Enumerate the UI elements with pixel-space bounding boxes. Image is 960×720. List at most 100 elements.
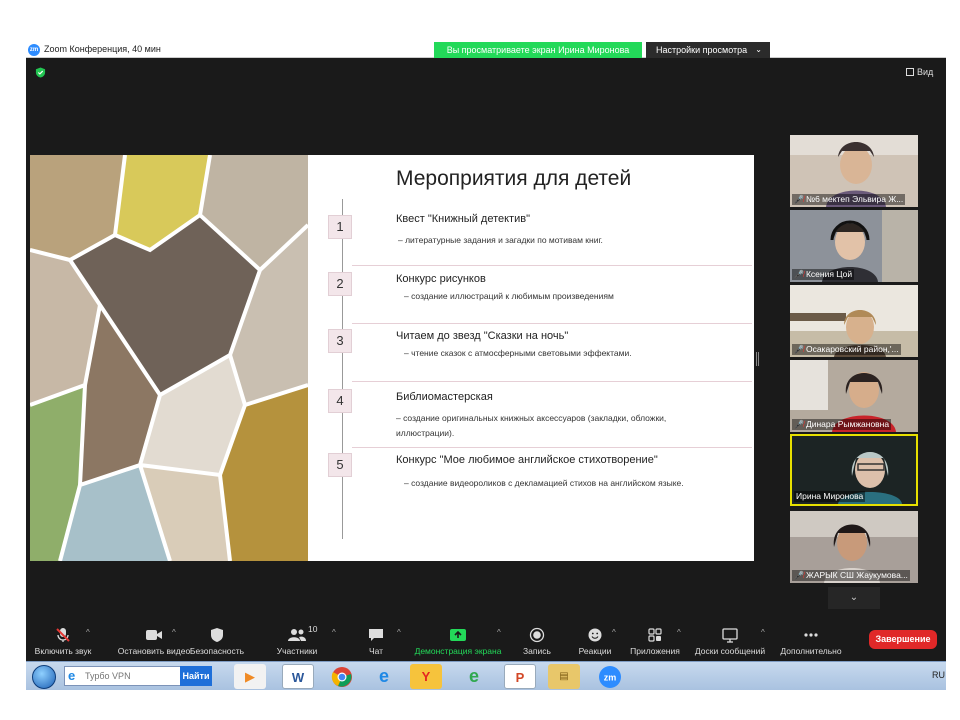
stop-video-label: Остановить видео [117, 646, 191, 656]
participants-count-badge: 10 [308, 624, 318, 634]
step-title-1: Квест "Книжный детектив" [396, 213, 530, 225]
step-desc-1: – литературные задания и загадки по моти… [398, 235, 603, 245]
step-title-3: Читаем до звезд "Сказки на ночь" [396, 330, 569, 342]
chat-button[interactable]: Чат [356, 617, 396, 665]
end-meeting-button[interactable]: Завершение [869, 630, 937, 649]
step-desc-2: – создание иллюстраций к любимым произве… [404, 291, 614, 301]
more-label: Дополнительно [780, 646, 842, 656]
view-button[interactable]: Вид [906, 65, 933, 79]
chrome-app-icon[interactable] [326, 664, 358, 689]
smiley-icon [588, 628, 602, 642]
security-button[interactable]: Безопасность [186, 617, 248, 665]
unmute-button[interactable]: Включить звук [30, 617, 96, 665]
stop-video-button[interactable]: Остановить видео [114, 617, 194, 665]
search-go-button[interactable]: Найти [180, 666, 212, 686]
edge-app-icon[interactable]: e [458, 664, 490, 689]
step-title-2: Конкурс рисунков [396, 273, 486, 285]
unmute-label: Включить звук [34, 646, 92, 656]
step-number-4: 4 [328, 389, 352, 413]
participant-tile[interactable]: 🎤̸ Осакаровский район,'... [790, 285, 918, 357]
apps-options-caret-icon[interactable]: ^ [677, 628, 681, 637]
zoom-logo-icon: zm [28, 44, 40, 56]
step-divider [352, 447, 752, 448]
share-screen-button[interactable]: Демонстрация экрана [410, 617, 506, 665]
participant-tile-active-speaker[interactable]: Ирина Миронова [790, 434, 918, 506]
whiteboards-button[interactable]: Доски сообщений [690, 617, 770, 665]
grid-view-icon [906, 68, 914, 76]
title-bar: zm Zoom Конференция, 40 мин Вы просматри… [26, 42, 946, 58]
search-input[interactable] [85, 669, 179, 683]
explorer-app-icon[interactable]: ▤ [548, 664, 580, 689]
whiteboards-options-caret-icon[interactable]: ^ [761, 628, 765, 637]
view-options-label: Настройки просмотра [656, 45, 748, 55]
more-button[interactable]: Дополнительно [774, 617, 848, 665]
step-title-5: Конкурс "Мое любимое английское стихотво… [396, 454, 658, 466]
video-camera-icon [146, 630, 162, 640]
video-options-caret-icon[interactable]: ^ [172, 628, 176, 637]
windows-start-icon[interactable] [32, 665, 56, 689]
ie-app-icon[interactable]: e [368, 664, 400, 689]
step-desc-5: – создание видеороликов с декламацией ст… [404, 478, 684, 488]
step-number-3: 3 [328, 329, 352, 353]
step-title-4: Библиомастерская [396, 391, 493, 403]
participant-tile[interactable]: 🎤̸ ЖАРЫК СШ Жаукумова... [790, 511, 918, 583]
windows-taskbar: e Найти ▶ W e Y e P ▤ zm RU [26, 661, 946, 690]
muted-mic-icon [56, 628, 70, 642]
photo-collage-image [30, 155, 308, 561]
chat-bubble-icon [369, 629, 383, 641]
participant-name-label: Ирина Миронова [794, 491, 866, 502]
participant-tile[interactable]: 🎤̸ №6 мектеп Эльвира Ж... [790, 135, 918, 207]
apps-button[interactable]: Приложения [624, 617, 686, 665]
chevron-down-icon: ⌄ [755, 45, 762, 54]
apps-icon [648, 628, 662, 642]
chat-options-caret-icon[interactable]: ^ [397, 628, 401, 637]
vlc-app-icon[interactable]: ▶ [234, 664, 266, 689]
muted-mic-icon: 🎤̸ [794, 571, 804, 580]
screen-share-banner: Вы просматриваете экран Ирина Миронова [434, 42, 642, 58]
participant-name-label: 🎤̸ Осакаровский район,'... [792, 344, 901, 355]
zoom-app-icon[interactable]: zm [594, 664, 626, 689]
step-number-5: 5 [328, 453, 352, 477]
chat-label: Чат [368, 646, 384, 656]
muted-mic-icon: 🎤̸ [794, 420, 804, 429]
participant-tile[interactable]: 🎤̸ Ксения Цой [790, 210, 918, 282]
step-divider [352, 381, 752, 382]
reactions-options-caret-icon[interactable]: ^ [612, 628, 616, 637]
language-indicator[interactable]: RU [932, 670, 945, 680]
participant-tile[interactable]: 🎤̸ Динара Рымжановна [790, 360, 918, 432]
record-button[interactable]: Запись [514, 617, 560, 665]
shield-icon[interactable] [35, 67, 46, 78]
browser-e-icon: e [68, 668, 76, 683]
view-options-dropdown[interactable]: Настройки просмотра ⌄ [646, 42, 770, 58]
whiteboards-label: Доски сообщений [694, 646, 766, 656]
share-options-caret-icon[interactable]: ^ [497, 628, 501, 637]
reactions-button[interactable]: Реакции [572, 617, 618, 665]
timeline-line [342, 199, 343, 539]
view-label: Вид [917, 67, 934, 77]
window-title: Zoom Конференция, 40 мин [44, 44, 161, 54]
participants-icon [288, 629, 306, 641]
panel-resize-handle[interactable] [756, 352, 759, 366]
whiteboard-icon [722, 628, 738, 643]
participants-label: Участники [276, 646, 318, 656]
share-screen-icon [450, 629, 466, 641]
shared-screen-slide: Мероприятия для детей 1 Квест "Книжный д… [30, 155, 754, 561]
participant-name-label: 🎤̸ №6 мектеп Эльвира Ж... [792, 194, 906, 205]
participants-button[interactable]: Участники [266, 617, 328, 665]
expand-participants-chevron-icon[interactable]: ⌄ [828, 587, 880, 609]
powerpoint-app-icon[interactable]: P [504, 664, 536, 689]
svg-text:zm: zm [604, 673, 617, 683]
step-desc-4: – создание оригинальных книжных аксессуа… [396, 413, 667, 438]
audio-options-caret-icon[interactable]: ^ [86, 628, 90, 637]
reactions-label: Реакции [578, 646, 612, 656]
yandex-app-icon[interactable]: Y [410, 664, 442, 689]
muted-mic-icon: 🎤̸ [794, 270, 804, 279]
slide-title: Мероприятия для детей [396, 167, 632, 190]
participants-options-caret-icon[interactable]: ^ [332, 628, 336, 637]
step-number-1: 1 [328, 215, 352, 239]
search-box: e Найти [64, 666, 212, 686]
meeting-toolbar: Включить звук ^ Остановить видео ^ Безоп… [26, 617, 946, 665]
step-divider [352, 265, 752, 266]
muted-mic-icon: 🎤̸ [794, 345, 804, 354]
word-app-icon[interactable]: W [282, 664, 314, 689]
